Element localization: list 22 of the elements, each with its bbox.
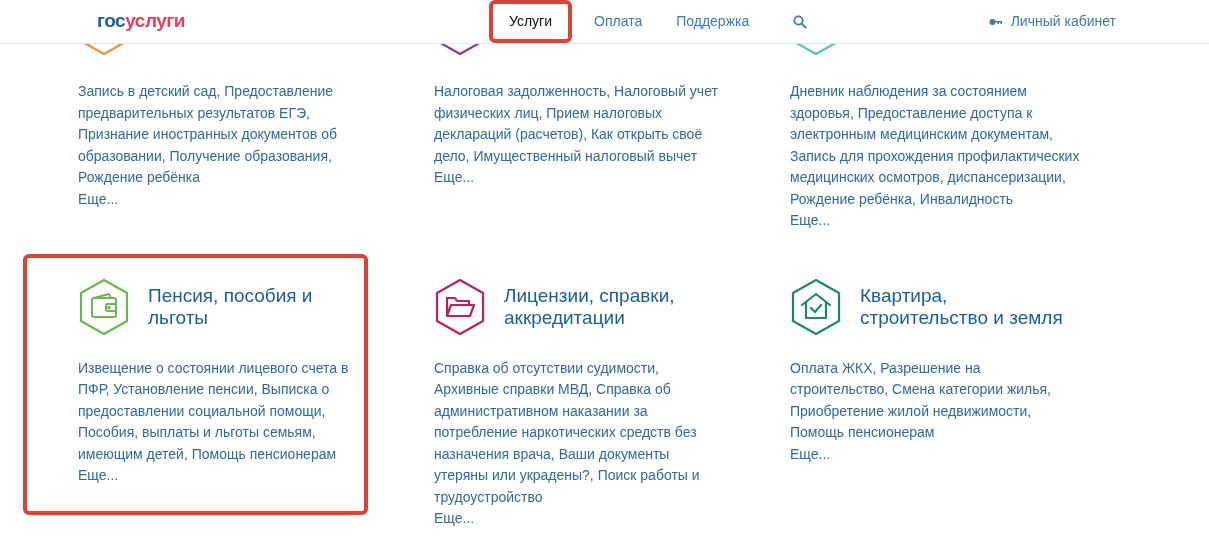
category-title[interactable]: Пенсия, пособия и льготы	[148, 284, 348, 329]
logo[interactable]: госуслуги	[97, 7, 185, 36]
service-list: Дневник наблюдения за состоянием здоровья, Предоставление доступа к электронным медицинским документам, Запись для прохождения профилактических медицинских осмотров, диспансеризации, Рождение ребёнка, Инвалидность	[790, 81, 1080, 210]
more-link[interactable]: Еще...	[434, 167, 475, 189]
category-title[interactable]: Лицензии, справки, аккредитации	[504, 284, 704, 329]
service-list: Налоговая задолженность, Налоговый учет физических лиц, Прием налоговых деклараций (расчетов), Как открыть своё дело, Имущественный налоговый вычет	[434, 81, 724, 167]
service-list: Извещение о состоянии лицевого счета в ПФР, Установление пенсии, Выписка о предоставлении социальной помощи, Пособия, выплаты и льготы семьям, имеющим детей, Помощь пенсионерам	[78, 357, 368, 465]
nav-link[interactable]: Поддержка	[664, 4, 762, 39]
nav-link[interactable]: Услуги	[488, 0, 573, 43]
more-link[interactable]: Еще...	[78, 465, 119, 487]
service-list: Справка об отсутствии судимости, Архивные справки МВД, Справка об административном наказании за потребление наркотических средств без назначения врача, Ваши документы утеряны или украдены?, Поиск работы и трудоустройство	[434, 357, 724, 508]
account-link[interactable]: Личный кабинет	[1010, 11, 1116, 32]
nav-link[interactable]: Оплата	[582, 4, 655, 39]
service-list: Запись в детский сад, Предоставление предварительных результатов ЕГЭ, Признание иностранных документов об образовании, Получение образования, Рождение ребёнка	[78, 81, 368, 189]
search-icon[interactable]	[793, 14, 808, 29]
more-link[interactable]: Еще...	[790, 443, 831, 465]
more-link[interactable]: Еще...	[434, 508, 475, 530]
more-link[interactable]: Еще...	[790, 210, 831, 232]
service-list: Оплата ЖКХ, Разрешение на строительство, Смена категории жилья, Приобретение жилой недвижимости, Помощь пенсионерам	[790, 357, 1080, 444]
category-title[interactable]: Квартира, строительство и земля	[860, 284, 1064, 329]
more-link[interactable]: Еще...	[78, 188, 119, 210]
key-icon	[988, 17, 1003, 26]
